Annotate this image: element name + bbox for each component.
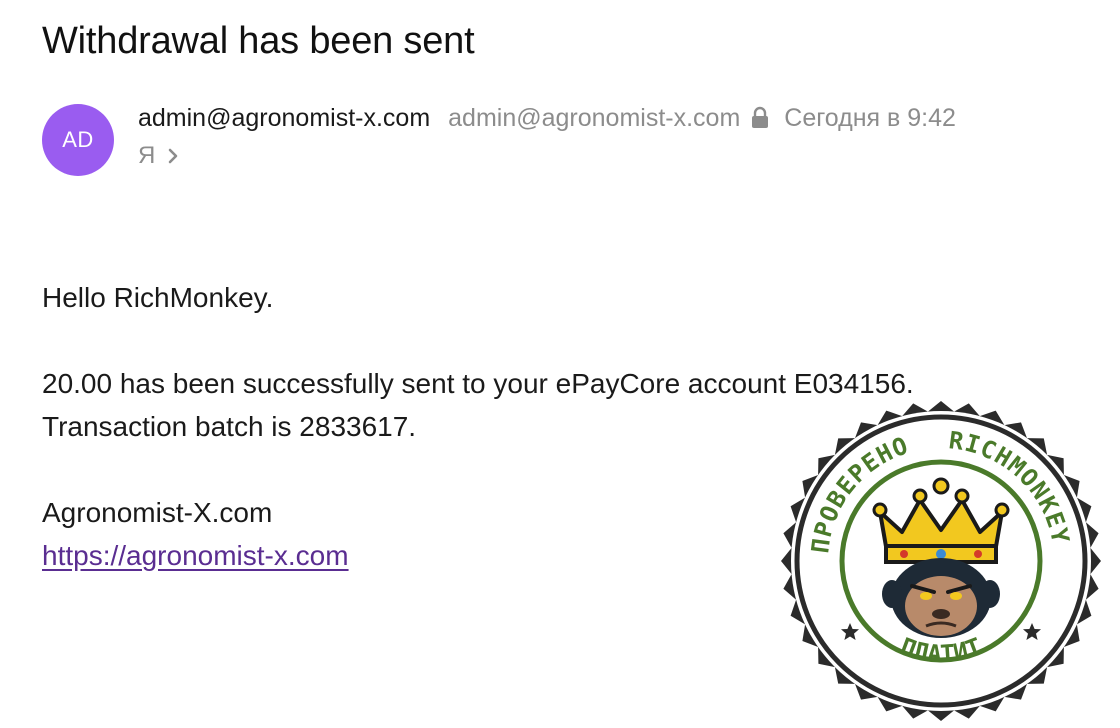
body-line-1: 20.00 has been successfully sent to your…: [42, 368, 914, 399]
avatar-initials: AD: [62, 127, 94, 152]
recipient-row[interactable]: Я: [138, 140, 179, 172]
recipient[interactable]: Я: [138, 142, 155, 170]
verified-stamp: ПРОВЕРЕНО RICHMONKEY ПЛАТИТ: [781, 401, 1101, 721]
sender-name[interactable]: admin@agronomist-x.com: [138, 104, 430, 133]
sender-row: admin@agronomist-x.com admin@agronomist-…: [138, 101, 956, 135]
email-subject: Withdrawal has been sent: [42, 20, 475, 62]
greeting: Hello RichMonkey.: [42, 282, 274, 313]
sender-avatar[interactable]: AD: [42, 104, 114, 176]
sender-email[interactable]: admin@agronomist-x.com: [448, 104, 740, 133]
lock-icon: [752, 106, 769, 128]
signature-link[interactable]: https://agronomist-x.com: [42, 540, 349, 571]
email-date: Сегодня в 9:42: [784, 103, 956, 132]
chevron-right-icon[interactable]: [167, 147, 179, 165]
